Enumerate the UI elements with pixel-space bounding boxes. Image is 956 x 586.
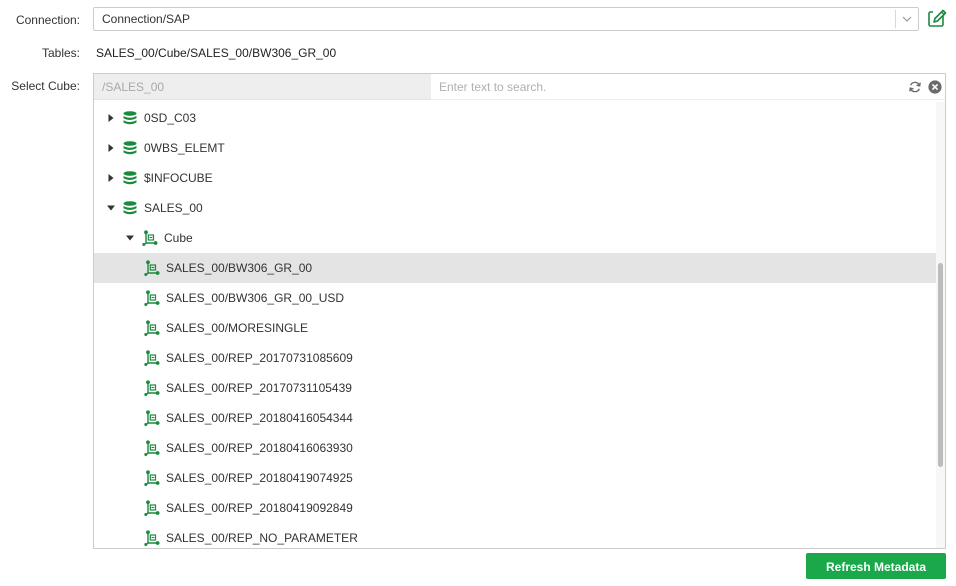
cube-icon [144, 290, 160, 306]
select-divider [895, 10, 896, 28]
cube-selector-panel: /SALES_00 0SD_C03 0WBS_ELEMT $INFOCUBE SALE… [93, 73, 946, 549]
connection-label: Connection: [15, 13, 80, 27]
caret-right-icon[interactable] [106, 173, 116, 183]
tree-row[interactable]: SALES_00 [94, 193, 936, 223]
tree-node-label: SALES_00/BW306_GR_00_USD [166, 291, 345, 305]
cube-path-field: /SALES_00 [94, 74, 431, 100]
tree-row[interactable]: SALES_00/REP_20170731105439 [94, 373, 936, 403]
caret-down-icon[interactable] [106, 203, 116, 213]
caret-right-icon[interactable] [106, 143, 116, 153]
tree-row[interactable]: 0SD_C03 [94, 103, 936, 133]
tree-node-label: SALES_00/REP_20180416063930 [166, 441, 353, 455]
cube-tree: 0SD_C03 0WBS_ELEMT $INFOCUBE SALES_00 Cube SA… [94, 103, 936, 548]
tables-label: Tables: [41, 46, 80, 60]
tree-row[interactable]: SALES_00/REP_20180416063930 [94, 433, 936, 463]
select-cube-label: Select Cube: [11, 79, 80, 93]
scrollbar-thumb[interactable] [938, 263, 943, 467]
tree-node-label: SALES_00/REP_NO_PARAMETER [166, 531, 358, 545]
tree-row[interactable]: SALES_00/REP_NO_PARAMETER [94, 523, 936, 548]
tree-row[interactable]: SALES_00/MORESINGLE [94, 313, 936, 343]
cube-icon [144, 320, 160, 336]
cube-icon [144, 380, 160, 396]
tree-node-label: SALES_00/REP_20180416054344 [166, 411, 353, 425]
tree-row[interactable]: SALES_00/BW306_GR_00_USD [94, 283, 936, 313]
tree-node-label: 0SD_C03 [144, 111, 197, 125]
tree-row[interactable]: SALES_00/REP_20180419092849 [94, 493, 936, 523]
tree-node-label: SALES_00/REP_20170731105439 [166, 381, 352, 395]
tree-node-label: $INFOCUBE [144, 171, 213, 185]
cube-icon [144, 500, 160, 516]
database-icon [123, 111, 137, 125]
tree-node-label: 0WBS_ELEMT [144, 141, 225, 155]
cube-icon [142, 230, 158, 246]
search-input[interactable] [431, 74, 901, 100]
tree-node-label: SALES_00/BW306_GR_00 [166, 261, 313, 275]
tree-node-label: SALES_00/REP_20180419074925 [166, 471, 353, 485]
tree-node-label: SALES_00/REP_20180419092849 [166, 501, 353, 515]
database-icon [123, 141, 137, 155]
refresh-metadata-button[interactable]: Refresh Metadata [806, 553, 946, 579]
cube-path-text: /SALES_00 [102, 80, 165, 94]
database-icon [123, 171, 137, 185]
cube-icon [144, 260, 160, 276]
tree-row[interactable]: SALES_00/REP_20180419074925 [94, 463, 936, 493]
tree-node-label: SALES_00/MORESINGLE [166, 321, 309, 335]
cube-icon [144, 350, 160, 366]
tree-node-label: SALES_00 [144, 201, 203, 215]
chevron-down-icon[interactable] [900, 12, 914, 26]
connection-select[interactable]: Connection/SAP [93, 7, 919, 31]
cube-icon [144, 440, 160, 456]
tree-node-label: SALES_00/REP_20170731085609 [166, 351, 353, 365]
cube-icon [144, 530, 160, 546]
connection-value: Connection/SAP [102, 12, 191, 26]
edit-icon[interactable] [927, 9, 947, 29]
refresh-icon[interactable] [908, 80, 922, 94]
tree-row[interactable]: Cube [94, 223, 936, 253]
tree-row[interactable]: 0WBS_ELEMT [94, 133, 936, 163]
clear-icon[interactable] [928, 80, 942, 94]
caret-down-icon[interactable] [125, 233, 135, 243]
tree-row[interactable]: $INFOCUBE [94, 163, 936, 193]
caret-right-icon[interactable] [106, 113, 116, 123]
database-icon [123, 201, 137, 215]
cube-icon [144, 410, 160, 426]
tables-value: SALES_00/Cube/SALES_00/BW306_GR_00 [96, 46, 337, 60]
tree-row[interactable]: SALES_00/REP_20170731085609 [94, 343, 936, 373]
tree-row[interactable]: SALES_00/REP_20180416054344 [94, 403, 936, 433]
cube-icon [144, 470, 160, 486]
tree-node-label: Cube [164, 231, 193, 245]
tree-row[interactable]: SALES_00/BW306_GR_00 [94, 253, 936, 283]
